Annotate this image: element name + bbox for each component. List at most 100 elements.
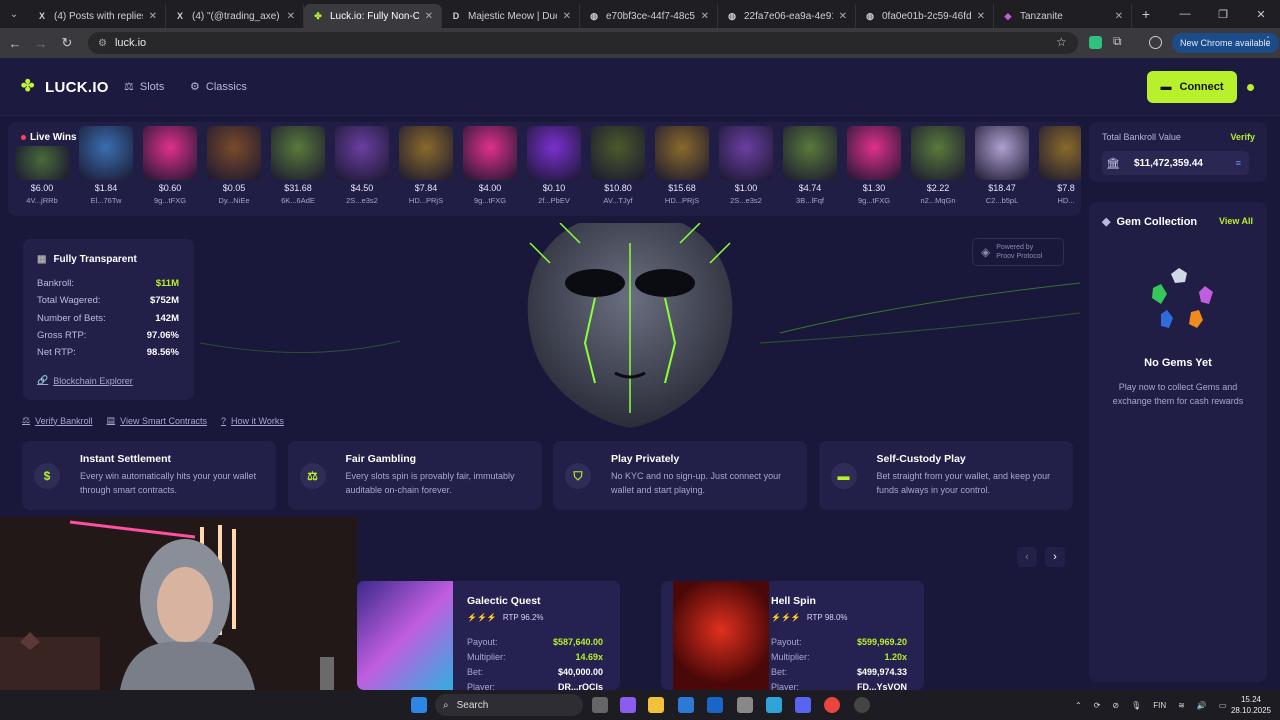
fully-transparent-card: ▦ Fully Transparent Bankroll: $11M Total W… bbox=[23, 239, 194, 400]
blockchain-explorer-link[interactable]: 🔗 Blockchain Explorer bbox=[37, 375, 133, 386]
connect-button[interactable]: ▬ Connect bbox=[1147, 71, 1237, 103]
browser-tab[interactable]: ✤ Luck.io: Fully Non-Custod ✕ bbox=[304, 4, 442, 28]
tab-close-icon[interactable]: ✕ bbox=[425, 11, 433, 22]
live-win-card[interactable]: $4.50 2S...e3s2 bbox=[335, 126, 389, 205]
extension-icon[interactable] bbox=[1089, 36, 1102, 49]
language-indicator[interactable]: FIN bbox=[1153, 701, 1166, 710]
nav-classics[interactable]: ⚙ Classics bbox=[190, 80, 247, 94]
live-win-card[interactable]: $2.22 n2...MqGn bbox=[911, 126, 965, 205]
store-icon[interactable] bbox=[678, 697, 694, 713]
chrome-icon[interactable] bbox=[824, 697, 840, 713]
taskbar-search[interactable]: ⌕ Search bbox=[435, 694, 583, 716]
reload-button[interactable]: ↻ bbox=[54, 35, 80, 51]
profile-avatar-icon[interactable] bbox=[1149, 36, 1162, 49]
bookmark-star-icon[interactable]: ☆ bbox=[1056, 35, 1067, 49]
stat-value: 97.06% bbox=[146, 329, 179, 341]
live-win-card[interactable]: $6.00 4V...jRRb bbox=[15, 146, 69, 205]
live-win-card[interactable]: $0.60 9g...tFXG bbox=[143, 126, 197, 205]
copilot-icon[interactable] bbox=[620, 697, 636, 713]
back-button[interactable]: ← bbox=[2, 36, 28, 51]
minimize-button[interactable]: — bbox=[1166, 0, 1204, 28]
proov-logo-icon: ◈ bbox=[981, 245, 991, 259]
big-win-card[interactable]: Hell Spin ⚡⚡⚡ RTP 98.0% Payout: $599,969.20 M… bbox=[661, 581, 924, 690]
taskbar-search-label: Search bbox=[456, 699, 489, 711]
game-name: Galectic Quest bbox=[467, 595, 541, 607]
live-win-card[interactable]: $1.84 El...76Tw bbox=[79, 126, 133, 205]
transparency-icon: ▦ bbox=[37, 254, 47, 265]
browser-tab[interactable]: X (4) "(@trading_axe) / X ✕ bbox=[166, 4, 304, 28]
maximize-button[interactable]: ❐ bbox=[1204, 0, 1242, 28]
tray-volume-icon[interactable]: 🔊 bbox=[1197, 701, 1207, 710]
live-win-card[interactable]: $15.68 HD...PRjS bbox=[655, 126, 709, 205]
tab-close-icon[interactable]: ✕ bbox=[149, 11, 157, 22]
live-win-card[interactable]: $7.84 HD...PRjS bbox=[399, 126, 453, 205]
task-view-icon[interactable] bbox=[592, 697, 608, 713]
win-amount: $4.50 bbox=[350, 183, 374, 193]
tab-close-icon[interactable]: ✕ bbox=[287, 11, 295, 22]
verify-bankroll-link[interactable]: ⚖ Verify Bankroll bbox=[22, 415, 93, 426]
blockchain-explorer-label: Blockchain Explorer bbox=[53, 375, 133, 386]
chrome-menu-icon[interactable]: ⋮ bbox=[1262, 34, 1274, 48]
browser-tab[interactable]: X (4) Posts with replies by g ✕ bbox=[28, 4, 166, 28]
game-thumbnail bbox=[975, 126, 1029, 180]
discord-icon[interactable] bbox=[795, 697, 811, 713]
tab-close-icon[interactable]: ✕ bbox=[977, 11, 985, 22]
tab-search-button[interactable]: ⌄ bbox=[0, 0, 28, 28]
windows-start-icon[interactable] bbox=[411, 697, 427, 713]
win-amount: $4.74 bbox=[798, 183, 822, 193]
outlook-icon[interactable] bbox=[707, 697, 723, 713]
browser-tab[interactable]: ◍ 0fa0e01b-2c59-46fd-ae0 ✕ bbox=[856, 4, 994, 28]
view-all-gems-link[interactable]: View All bbox=[1219, 216, 1253, 226]
bankroll-verify-link[interactable]: Verify bbox=[1230, 132, 1255, 142]
live-win-card[interactable]: $1.30 9g...tFXG bbox=[847, 126, 901, 205]
tray-network-icon[interactable]: ⊘ bbox=[1112, 701, 1119, 710]
nav-slots[interactable]: ⚖ Slots bbox=[124, 80, 164, 94]
how-it-works-link[interactable]: ? How it Works bbox=[221, 415, 284, 426]
live-win-card[interactable]: $7.8 HD... bbox=[1039, 126, 1081, 205]
obs-icon[interactable] bbox=[854, 697, 870, 713]
forward-button[interactable]: → bbox=[28, 36, 54, 51]
view-smart-contracts-link[interactable]: ▤ View Smart Contracts bbox=[107, 415, 207, 426]
tray-wifi-icon[interactable]: ≋ bbox=[1178, 701, 1185, 710]
tab-close-icon[interactable]: ✕ bbox=[563, 11, 571, 22]
live-win-card[interactable]: $4.00 9g...tFXG bbox=[463, 126, 517, 205]
tab-close-icon[interactable]: ✕ bbox=[1115, 11, 1123, 22]
big-win-card[interactable]: Galectic Quest ⚡⚡⚡ RTP 96.2% Payout: $587,64… bbox=[357, 581, 620, 690]
powered-by-proov-badge[interactable]: ◈ Powered by Proov Protocol bbox=[972, 238, 1064, 266]
browser-tab[interactable]: ◍ e70bf3ce-44f7-48c5-877 ✕ bbox=[580, 4, 718, 28]
tab-title: Tanzanite bbox=[1020, 10, 1063, 22]
tray-app-icon[interactable]: ⟳ bbox=[1094, 701, 1101, 710]
live-win-card[interactable]: $1.00 2S...e3s2 bbox=[719, 126, 773, 205]
luckio-logo[interactable]: ✤ LUCK.IO bbox=[21, 78, 109, 96]
file-explorer-icon[interactable] bbox=[648, 697, 664, 713]
logo-text: LUCK.IO bbox=[45, 78, 109, 96]
browser-tab[interactable]: ◆ Tanzanite ✕ bbox=[994, 4, 1132, 28]
taskbar-clock[interactable]: 15.24 28.10.2025 bbox=[1228, 694, 1274, 716]
game-payout-row: Payout: $587,640.00 bbox=[467, 637, 603, 647]
tray-chevron-icon[interactable]: ⌃ bbox=[1075, 701, 1082, 710]
tab-close-icon[interactable]: ✕ bbox=[701, 11, 709, 22]
tray-mic-icon[interactable]: 🎙 bbox=[1131, 701, 1141, 710]
live-win-card[interactable]: $10.80 AV...TJyf bbox=[591, 126, 645, 205]
win-user: 9g...tFXG bbox=[473, 196, 507, 205]
url-input[interactable]: ⚙ luck.io bbox=[88, 32, 1078, 54]
extensions-puzzle-icon[interactable]: ⧉ bbox=[1113, 34, 1122, 49]
browser-tab[interactable]: D Majestic Meow | Duel ✕ bbox=[442, 4, 580, 28]
live-win-card[interactable]: $0.10 2f...PbEV bbox=[527, 126, 581, 205]
live-win-card[interactable]: $4.74 3B...lFqf bbox=[783, 126, 837, 205]
notepad-icon[interactable] bbox=[766, 697, 782, 713]
settings-icon[interactable] bbox=[737, 697, 753, 713]
new-tab-button[interactable]: + bbox=[1132, 6, 1160, 22]
close-window-button[interactable]: ✕ bbox=[1242, 0, 1280, 28]
live-win-card[interactable]: $0.05 Dy...NiEe bbox=[207, 126, 261, 205]
browser-tab[interactable]: ◍ 22fa7e06-ea9a-4e91-bee ✕ bbox=[718, 4, 856, 28]
carousel-next-button[interactable]: › bbox=[1045, 547, 1065, 567]
tab-title: (4) Posts with replies by g bbox=[54, 10, 143, 22]
tab-close-icon[interactable]: ✕ bbox=[839, 11, 847, 22]
tray-battery-icon[interactable]: ▭ bbox=[1219, 701, 1227, 710]
shield-icon: ⛉ bbox=[565, 463, 591, 489]
carousel-prev-button[interactable]: ‹ bbox=[1017, 547, 1037, 567]
site-info-icon[interactable]: ⚙ bbox=[98, 38, 107, 49]
live-win-card[interactable]: $18.47 C2...b5pL bbox=[975, 126, 1029, 205]
live-win-card[interactable]: $31.68 6K...6AdE bbox=[271, 126, 325, 205]
